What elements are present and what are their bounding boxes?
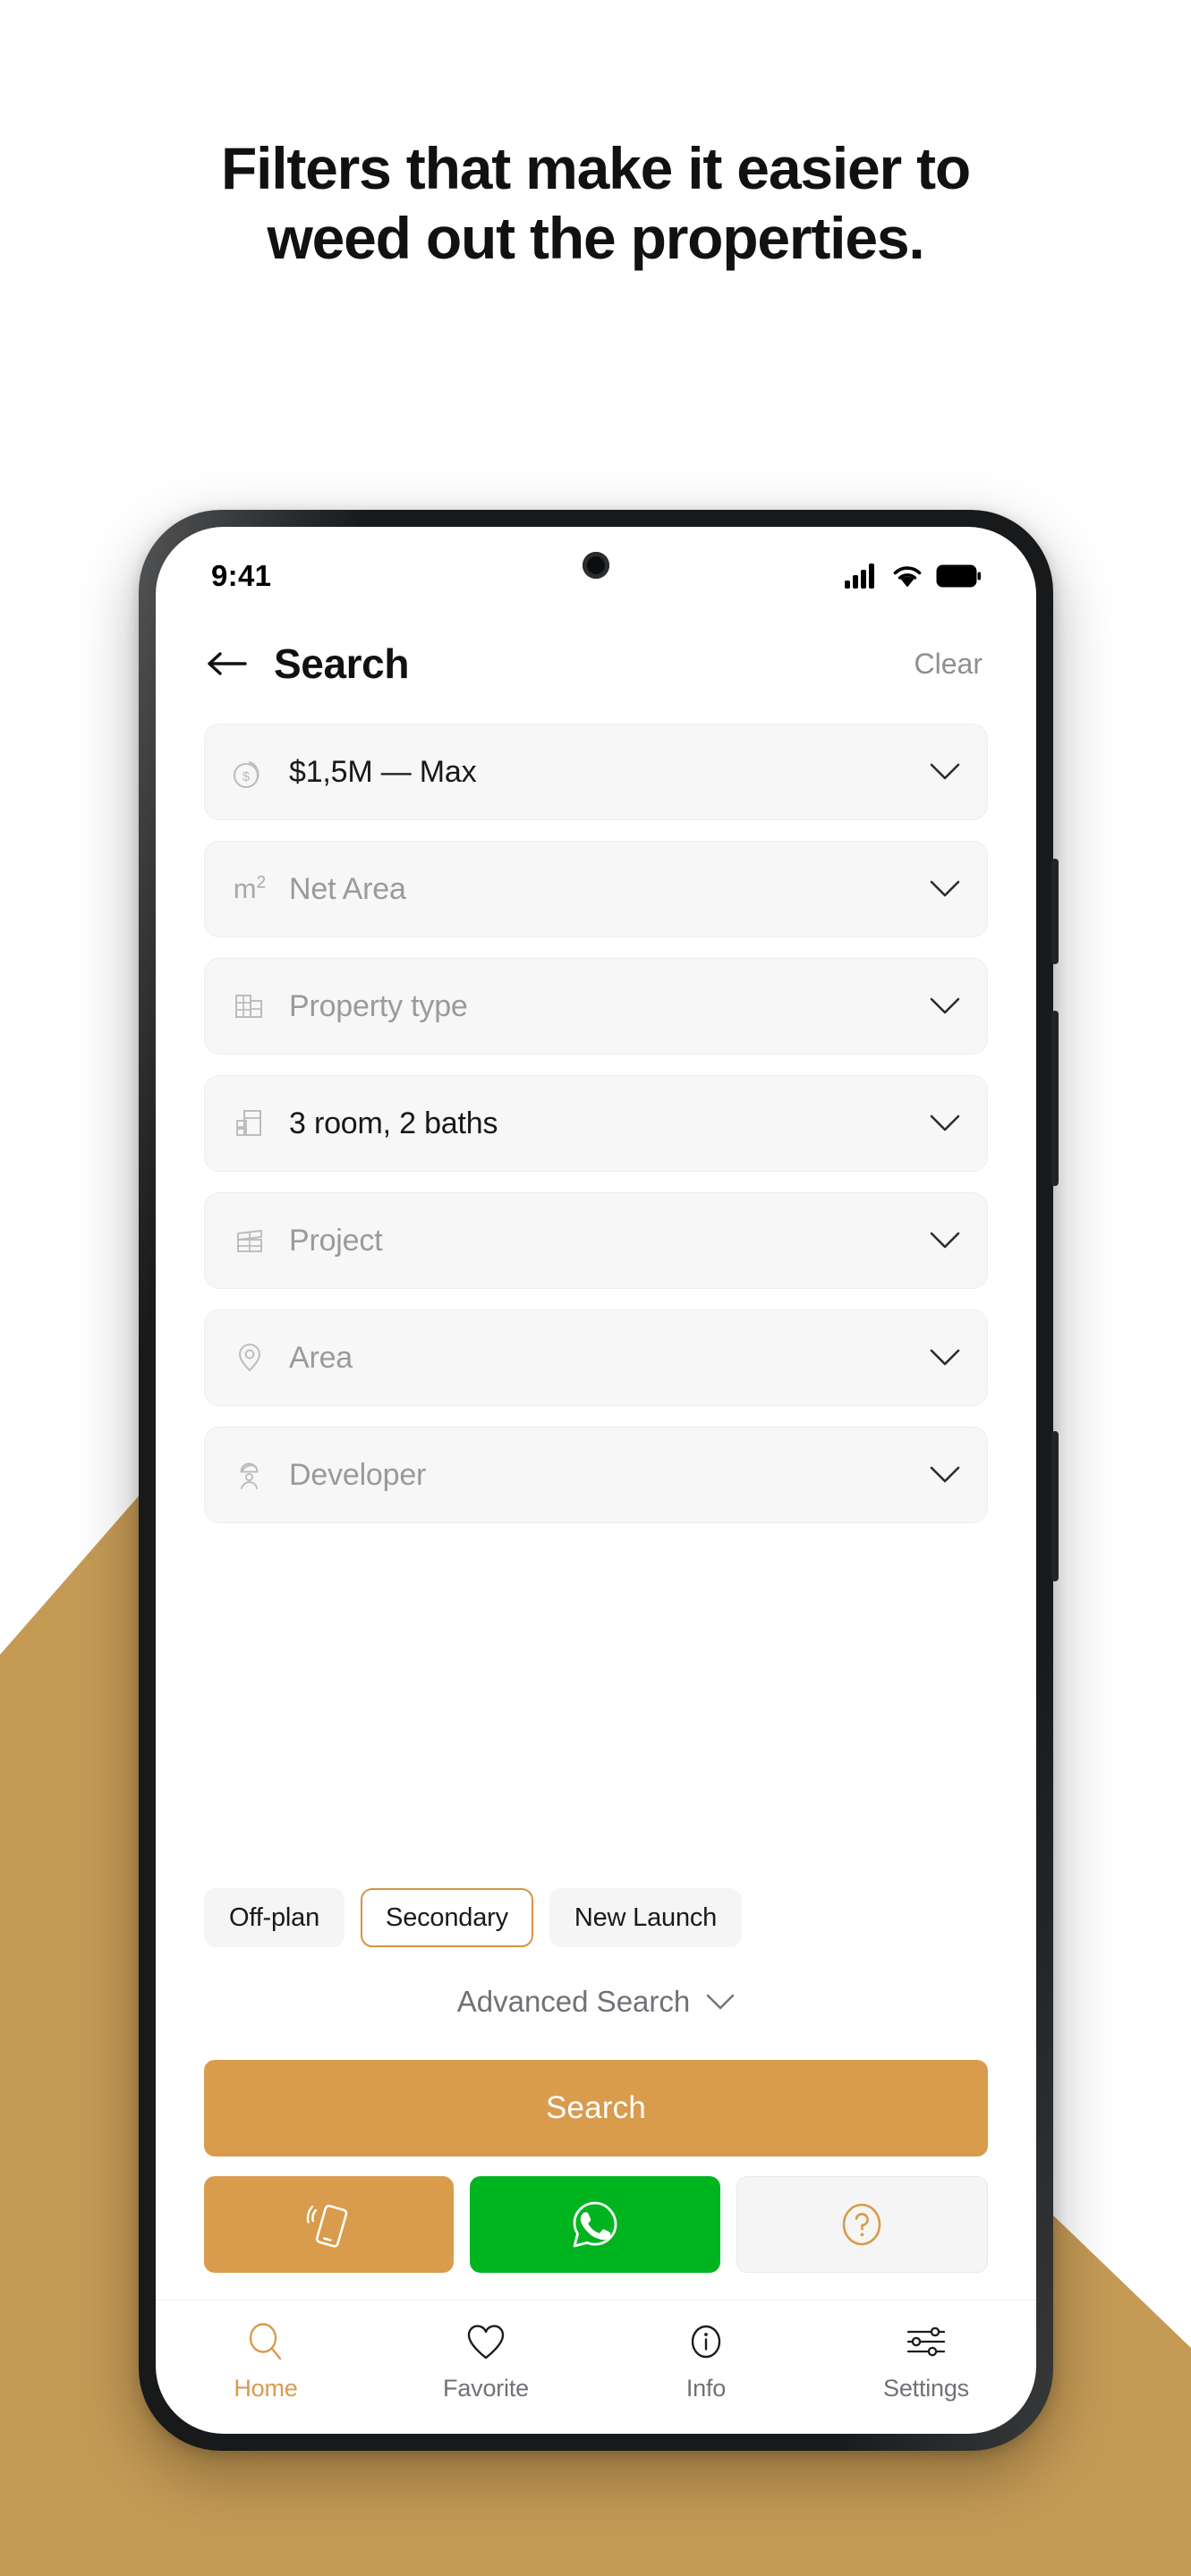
tab-home[interactable]: Home: [156, 2320, 376, 2402]
headline-line-2: weed out the properties.: [267, 204, 925, 271]
rooms-icon: [230, 1104, 269, 1143]
chevron-down-icon[interactable]: [930, 879, 960, 899]
back-button[interactable]: [202, 640, 251, 688]
status-bar: 9:41: [156, 527, 1036, 609]
filter-row-property-type[interactable]: Property type: [204, 958, 988, 1055]
phone-button-power: [1051, 859, 1059, 964]
tab-info[interactable]: Info: [596, 2320, 816, 2402]
app-header: Search Clear: [156, 609, 1036, 708]
status-time: 9:41: [211, 559, 272, 592]
tab-label-info: Info: [685, 2375, 727, 2402]
arrow-left-icon: [208, 652, 247, 675]
ringing-phone-icon: [306, 2204, 347, 2248]
developer-icon: [230, 1455, 269, 1495]
advanced-search-toggle[interactable]: Advanced Search: [156, 1947, 1036, 2019]
chevron-down-icon[interactable]: [930, 1114, 960, 1133]
chevron-down-icon[interactable]: [930, 1231, 960, 1250]
signal-bars-icon: [845, 564, 874, 589]
chevron-down-icon[interactable]: [930, 996, 960, 1016]
coins-icon: $: [230, 752, 269, 792]
filter-label-price: $1,5M — Max: [289, 754, 477, 789]
phone-mockup: 9:41 Search Clear $ $1,5M — Max m2 Net A…: [139, 510, 1059, 2451]
filter-label-developer: Developer: [289, 1457, 427, 1492]
info-icon: [686, 2320, 726, 2363]
search-icon: [246, 2320, 285, 2363]
tab-label-home: Home: [234, 2375, 298, 2402]
listing-type-chips: Off-plan Secondary New Launch: [156, 1861, 1036, 1947]
filter-label-rooms: 3 room, 2 baths: [289, 1106, 498, 1140]
filter-row-project[interactable]: Project: [204, 1192, 988, 1289]
promo-screenshot: Filters that make it easier to weed out …: [0, 0, 1191, 2576]
svg-text:$: $: [242, 769, 251, 784]
chevron-down-icon[interactable]: [930, 1465, 960, 1485]
filter-label-project: Project: [289, 1223, 383, 1258]
help-button[interactable]: [736, 2176, 988, 2273]
phone-button-volume-up: [1051, 1011, 1059, 1186]
filter-label-property-type: Property type: [289, 988, 468, 1023]
tab-label-favorite: Favorite: [443, 2375, 529, 2402]
chevron-down-icon[interactable]: [930, 762, 960, 782]
filter-row-price[interactable]: $ $1,5M — Max: [204, 724, 988, 820]
battery-icon: [936, 564, 981, 588]
heart-icon: [465, 2320, 506, 2363]
filter-row-developer[interactable]: Developer: [204, 1427, 988, 1523]
filter-row-net-area[interactable]: m2 Net Area: [204, 841, 988, 937]
phone-screen: 9:41 Search Clear $ $1,5M — Max m2 Net A…: [156, 527, 1036, 2434]
whatsapp-icon: [573, 2201, 617, 2248]
chip-new-launch[interactable]: New Launch: [549, 1888, 743, 1947]
wifi-icon: [893, 566, 922, 588]
bottom-navigation: Home Favorite Info Settings: [156, 2300, 1036, 2434]
filter-row-area[interactable]: Area: [204, 1309, 988, 1406]
project-grid-icon: [230, 1221, 269, 1260]
filter-label-area: Area: [289, 1340, 353, 1375]
chip-secondary[interactable]: Secondary: [361, 1888, 533, 1947]
chevron-down-icon: [707, 1994, 735, 2010]
call-button[interactable]: [204, 2176, 455, 2273]
question-circle-icon: [843, 2203, 881, 2246]
front-camera-punch-hole: [583, 552, 609, 579]
sliders-icon: [905, 2320, 948, 2363]
map-pin-icon: [230, 1338, 269, 1377]
status-icons: [845, 564, 981, 589]
search-button[interactable]: Search: [204, 2060, 988, 2157]
headline-line-1: Filters that make it easier to: [221, 135, 971, 201]
phone-button-volume-down: [1051, 1431, 1059, 1581]
tab-settings[interactable]: Settings: [816, 2320, 1036, 2402]
search-button-wrap: Search: [156, 2019, 1036, 2157]
tab-label-settings: Settings: [883, 2375, 969, 2402]
filter-list: $ $1,5M — Max m2 Net Area Property type …: [156, 708, 1036, 1861]
filter-label-net-area: Net Area: [289, 871, 406, 906]
promo-headline: Filters that make it easier to weed out …: [0, 134, 1191, 274]
advanced-search-label: Advanced Search: [456, 1985, 691, 2018]
chip-off-plan[interactable]: Off-plan: [204, 1888, 345, 1947]
filter-row-rooms[interactable]: 3 room, 2 baths: [204, 1075, 988, 1172]
contact-actions: [156, 2157, 1036, 2273]
clear-button[interactable]: Clear: [915, 648, 983, 681]
building-icon: [230, 987, 269, 1026]
tab-favorite[interactable]: Favorite: [376, 2320, 596, 2402]
chevron-down-icon[interactable]: [930, 1348, 960, 1368]
square-meter-icon: m2: [233, 873, 267, 904]
whatsapp-button[interactable]: [470, 2176, 720, 2273]
page-title: Search: [274, 640, 410, 687]
